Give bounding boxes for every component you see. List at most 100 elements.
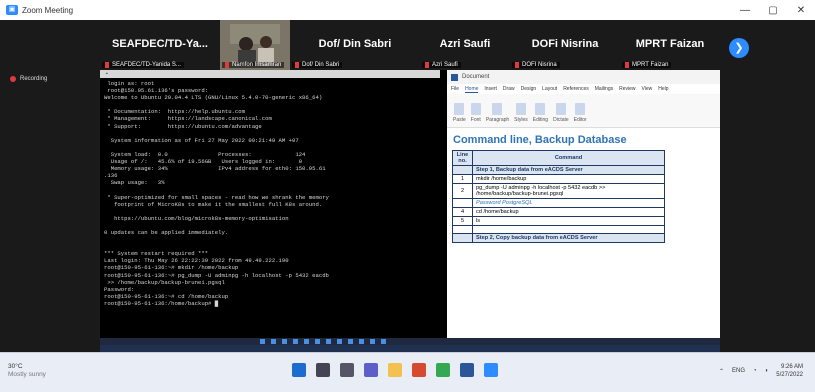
word-doc-title: Document <box>462 74 490 80</box>
word-window[interactable]: Document File Home Insert Draw Design Layout R… <box>447 70 720 352</box>
command-cell: cd /home/backup <box>472 207 665 217</box>
line-number-cell: 2 <box>452 183 473 199</box>
command-cell: mkdir /home/backup <box>472 174 665 184</box>
ribbon: Paste Font Paragraph Styles Editing Dictate Ed… <box>447 94 720 128</box>
table-row: Step 2, Copy backup data from eACDS Serv… <box>452 233 665 243</box>
doc-heading: Command line, Backup Database <box>453 134 627 146</box>
terminal-window[interactable]: ▪ login as: root root@150.95.61.136's pa… <box>100 70 440 352</box>
ribbon-icon <box>492 103 503 115</box>
ribbon-tab[interactable]: File <box>451 86 459 92</box>
ribbon-button[interactable]: Editor <box>574 103 587 123</box>
participant-tile[interactable]: SEAFDEC/TD-Ya... SEAFDEC/TD-Yanida S... <box>100 20 220 70</box>
ribbon-tab[interactable]: Review <box>619 86 635 92</box>
participant-caption: SEAFDEC/TD-Yanida S... <box>102 62 184 68</box>
participant-name: MPRT Faizan <box>635 38 705 50</box>
participant-tile[interactable]: MPRT Faizan MPRT Faizan <box>620 20 720 70</box>
next-page-button[interactable]: ❯ <box>729 38 749 58</box>
table-row: Password PostgreSQL <box>452 198 665 208</box>
chrome-icon[interactable] <box>436 363 450 377</box>
recording-label: Recording <box>20 76 48 82</box>
line-number-cell <box>452 233 473 243</box>
ribbon-icon <box>454 103 465 115</box>
command-table: Line no. Command Step 1, Backup data fro… <box>452 150 665 243</box>
ribbon-button[interactable]: Styles <box>514 103 528 123</box>
participant-name: SEAFDEC/TD-Ya... <box>112 38 208 50</box>
line-number-cell <box>452 225 473 234</box>
taskbar-apps <box>292 363 498 377</box>
ribbon-tab[interactable]: Mailings <box>595 86 613 92</box>
participant-name: DOFi Nisrina <box>531 38 599 50</box>
word-icon[interactable] <box>460 363 474 377</box>
participant-video-tile[interactable]: Namfon Imsamran <box>220 20 290 70</box>
window-controls: — ▢ ✕ <box>731 5 815 16</box>
ribbon-tab[interactable]: Design <box>521 86 537 92</box>
maximize-button[interactable]: ▢ <box>759 5 787 16</box>
participant-caption: DOFI Nisrina <box>512 62 560 68</box>
ribbon-icon <box>515 103 526 115</box>
chat-icon[interactable] <box>364 363 378 377</box>
ribbon-icon <box>555 103 566 115</box>
ribbon-button[interactable]: Editing <box>533 103 548 123</box>
ribbon-tab[interactable]: References <box>563 86 589 92</box>
word-title-bar: Document <box>447 70 720 84</box>
ribbon-tab[interactable]: View <box>642 86 653 92</box>
ribbon-button[interactable]: Paragraph <box>486 103 509 123</box>
search-icon[interactable] <box>316 363 330 377</box>
wifi-icon[interactable]: ◔ <box>753 368 757 374</box>
muted-mic-icon <box>625 62 629 68</box>
remote-taskbar <box>100 338 720 345</box>
windows-taskbar: 30°C Mostly sunny ⌃ ENG ◔ ◖ 9:26 AM 5/27… <box>0 352 815 392</box>
terminal-title-bar: ▪ <box>100 70 440 78</box>
command-cell: ls <box>472 216 665 226</box>
muted-mic-icon <box>295 62 299 68</box>
close-button[interactable]: ✕ <box>787 5 815 16</box>
line-number-cell: 1 <box>452 174 473 184</box>
participant-tile[interactable]: Azri Saufi Azri Saufi <box>420 20 510 70</box>
participant-caption: MPRT Faizan <box>622 62 672 68</box>
muted-mic-icon <box>105 62 109 68</box>
participant-name: Dof/ Din Sabri <box>318 38 392 50</box>
ribbon-icon <box>535 103 546 115</box>
minimize-button[interactable]: — <box>731 5 759 16</box>
table-row: 4 cd /home/backup <box>452 207 665 217</box>
record-dot-icon <box>10 76 16 82</box>
command-cell: Step 2, Copy backup data from eACDS Serv… <box>472 233 665 243</box>
ribbon-icon <box>470 103 481 115</box>
ribbon-tab[interactable]: Draw <box>503 86 515 92</box>
task-view-icon[interactable] <box>340 363 354 377</box>
weather-desc: Mostly sunny <box>8 371 46 378</box>
participant-tile[interactable]: DOFi Nisrina DOFI Nisrina <box>510 20 620 70</box>
participant-gallery: SEAFDEC/TD-Ya... SEAFDEC/TD-Yanida S... … <box>0 20 815 70</box>
chevron-up-icon[interactable]: ⌃ <box>719 368 724 375</box>
file-explorer-icon[interactable] <box>388 363 402 377</box>
start-icon[interactable] <box>292 363 306 377</box>
volume-icon[interactable]: ◖ <box>765 368 769 374</box>
participant-tile[interactable]: Dof/ Din Sabri Dof/ Din Sabri <box>290 20 420 70</box>
line-number-cell <box>452 198 473 208</box>
table-row <box>452 225 665 234</box>
line-number-cell: 4 <box>452 207 473 217</box>
shared-screen: ▪ login as: root root@150.95.61.136's pa… <box>100 70 720 352</box>
clock[interactable]: 9:26 AM 5/27/2022 <box>776 363 803 379</box>
ribbon-button[interactable]: Dictate <box>553 103 569 123</box>
weather-widget[interactable]: 30°C Mostly sunny <box>8 363 46 379</box>
zoom-logo-icon: ▣ <box>6 5 18 15</box>
share-bottom-strip <box>100 345 720 352</box>
ribbon-button[interactable]: Font <box>470 103 481 123</box>
weather-temp: 30°C <box>8 363 23 370</box>
zoom-icon[interactable] <box>484 363 498 377</box>
muted-mic-icon <box>225 62 229 68</box>
ribbon-tabs: File Home Insert Draw Design Layout References… <box>447 84 720 94</box>
office-icon[interactable] <box>412 363 426 377</box>
ribbon-tab[interactable]: Layout <box>542 86 557 92</box>
ribbon-tab[interactable]: Insert <box>484 86 497 92</box>
system-tray: ⌃ ENG ◔ ◖ 9:26 AM 5/27/2022 <box>719 363 803 379</box>
table-row: 2 pg_dump -U adminpg -h localhost -p 5432… <box>452 183 665 199</box>
ribbon-button[interactable]: Paste <box>453 103 466 123</box>
ribbon-tab[interactable]: Help <box>658 86 668 92</box>
ribbon-tab[interactable]: Home <box>465 86 479 93</box>
recording-indicator: Recording <box>10 76 47 82</box>
table-row: Step 1, Backup data from eACDS Server <box>452 165 665 175</box>
language-indicator[interactable]: ENG <box>732 368 745 374</box>
line-number-cell: 5 <box>452 216 473 226</box>
